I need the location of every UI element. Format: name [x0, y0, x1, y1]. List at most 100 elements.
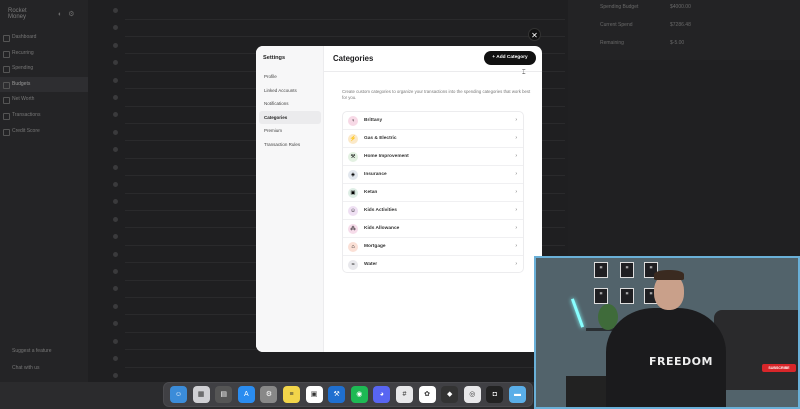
stat-current-spend: Current Spend $7286.48 [600, 22, 691, 28]
mouse-cursor-icon: ⌶ [522, 70, 526, 76]
spotify-icon[interactable]: ◉ [350, 386, 368, 403]
category-item[interactable]: ▣ Ketan › [343, 184, 523, 202]
notes-icon[interactable]: ≡ [283, 386, 300, 403]
suggest-feature-link[interactable]: Suggest a feature [12, 348, 51, 354]
folder-icon[interactable]: ▬ [509, 386, 526, 403]
app-logo: Rocket Money [8, 8, 27, 20]
camera-icon[interactable]: ◘ [486, 386, 504, 403]
chat-link[interactable]: Chat with us [12, 365, 40, 371]
chevron-right-icon: › [515, 243, 517, 249]
category-dot-icon [113, 269, 118, 274]
settings-title: Settings [263, 55, 286, 61]
webcam-poster: ▦ [620, 288, 634, 304]
photos-icon[interactable]: ✿ [418, 386, 436, 403]
water-icon: ≈ [348, 260, 358, 270]
settings-tab-premium[interactable]: Premium [259, 124, 321, 138]
nav-credit-score[interactable]: Credit Score [0, 124, 88, 140]
dashlane-icon[interactable]: ◆ [441, 386, 459, 403]
category-label: Ketan [364, 190, 378, 195]
category-list: ♀ Brittany › ⚡ Gas & Electric › ⚒ Home Improvem… [342, 111, 524, 273]
categories-panel: Categories + Add Category ⌶ Create custo… [324, 46, 542, 352]
chevron-right-icon: › [515, 135, 517, 141]
category-dot-icon [113, 164, 118, 170]
screen: Rocket Money ◐⚙ Dashboard Recurring Spend… [0, 0, 800, 409]
chevron-right-icon: › [515, 153, 517, 159]
calculator-icon[interactable]: ▤ [215, 386, 233, 403]
background-row [113, 2, 565, 20]
chevron-right-icon: › [515, 171, 517, 177]
add-category-button[interactable]: + Add Category [484, 51, 536, 65]
stat-spending-budget: Spending Budget $4000.00 [600, 4, 691, 10]
bolt-icon: ⚡ [348, 134, 358, 144]
settings-tab-transaction-rules[interactable]: Transaction Rules [259, 138, 321, 152]
webcam-poster: ▦ [594, 288, 608, 304]
webcam-chair [714, 310, 798, 390]
nav-recurring[interactable]: Recurring [0, 46, 88, 62]
category-item[interactable]: ≈ Water › [343, 256, 523, 272]
discord-icon[interactable]: ◕ [373, 386, 391, 403]
subscribe-badge: SUBSCRIBE [762, 364, 796, 372]
launchpad-icon[interactable]: ▦ [192, 386, 210, 403]
house-icon: ⌂ [348, 242, 358, 252]
category-label: Brittany [364, 118, 383, 123]
webcam-poster: ▦ [594, 262, 608, 278]
monitor-icon: ▣ [348, 188, 358, 198]
category-dot-icon [113, 216, 118, 222]
stat-remaining: Remaining $-5.00 [600, 40, 685, 46]
nav-spending[interactable]: Spending [0, 61, 88, 77]
slack-icon[interactable]: # [396, 386, 413, 403]
category-item[interactable]: ⚡ Gas & Electric › [343, 130, 523, 148]
chevron-right-icon: › [515, 225, 517, 231]
category-dot-icon [113, 42, 118, 48]
kids-icon: ☺ [348, 206, 358, 216]
settings-tab-notifications[interactable]: Notifications [259, 97, 321, 111]
nav-transactions[interactable]: Transactions [0, 108, 88, 124]
bag-icon: ♀ [348, 116, 358, 126]
app-store-icon[interactable]: A [237, 386, 255, 403]
category-dot-icon [113, 8, 118, 13]
nav-dashboard[interactable]: Dashboard [0, 30, 88, 46]
category-item[interactable]: ⁂ Kids Allowance › [343, 220, 523, 238]
xcode-icon[interactable]: ⚒ [328, 386, 346, 403]
category-item[interactable]: ⚒ Home Improvement › [343, 148, 523, 166]
settings-tab-categories[interactable]: Categories [259, 110, 321, 124]
settings-modal: Settings Profile Linked Accounts Notific… [256, 46, 542, 352]
chevron-right-icon: › [515, 261, 517, 267]
page-title: Categories [333, 54, 374, 63]
nav-budgets[interactable]: Budgets [0, 76, 88, 93]
macos-dock: ☺ ▦ ▤ A ⚙ ≡ ▣ ⚒ ◉ ◕ # ✿ ◆ ◎ ◘ ▬ [163, 382, 533, 407]
category-dot-icon [113, 77, 118, 83]
category-dot-icon [113, 182, 118, 187]
close-modal-button[interactable]: ✕ [528, 28, 541, 41]
category-label: Gas & Electric [364, 136, 397, 141]
category-label: Home Improvement [364, 154, 409, 159]
category-label: Kids Allowance [364, 226, 400, 231]
chevron-right-icon: › [515, 207, 517, 213]
background-row [113, 19, 565, 37]
coins-icon: ⁂ [348, 224, 358, 234]
nav-net-worth[interactable]: Net Worth [0, 92, 88, 108]
finder-icon[interactable]: ☺ [170, 386, 187, 403]
chevron-right-icon: › [515, 189, 517, 195]
chrome-icon[interactable]: ◎ [463, 386, 481, 403]
category-dot-icon [113, 95, 118, 100]
header-divider [324, 71, 542, 72]
settings-icon[interactable]: ⚙ [260, 386, 278, 403]
category-label: Kids Activities [364, 208, 397, 213]
category-dot-icon [113, 129, 118, 135]
category-dot-icon [113, 303, 118, 309]
category-item[interactable]: ♀ Brittany › [343, 112, 523, 130]
chevron-right-icon: › [515, 117, 517, 123]
settings-tab-profile[interactable]: Profile [259, 70, 321, 84]
categories-description: Create custom categories to organize you… [342, 89, 531, 100]
settings-tab-linked-accounts[interactable]: Linked Accounts [259, 84, 321, 98]
category-item[interactable]: ◈ Insurance › [343, 166, 523, 184]
calendar-icon[interactable]: ▣ [305, 386, 323, 403]
category-item[interactable]: ⌂ Mortgage › [343, 238, 523, 256]
background-sidebar: Rocket Money ◐⚙ Dashboard Recurring Spend… [0, 0, 88, 382]
hammer-icon: ⚒ [348, 152, 358, 162]
category-dot-icon [113, 251, 118, 257]
background-nav: Dashboard Recurring Spending Budgets Net… [0, 30, 88, 139]
category-item[interactable]: ☺ Kids Activities › [343, 202, 523, 220]
category-label: Mortgage [364, 244, 386, 249]
